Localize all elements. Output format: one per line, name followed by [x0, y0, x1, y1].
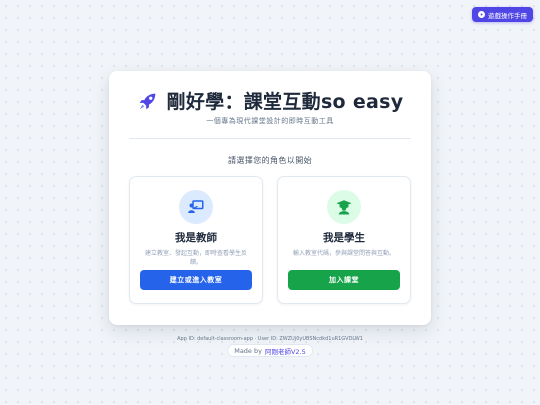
app-user-id: App ID: default-classroom-app · User ID:… [177, 336, 363, 342]
guide-button-label: 遊戲操作手冊 [488, 11, 527, 20]
made-by-prefix: Made by [234, 346, 262, 355]
page-title: 剛好學：課堂互動so easy [166, 91, 404, 113]
rocket-icon [137, 90, 159, 112]
teacher-board-icon [179, 190, 213, 224]
join-classroom-button[interactable]: 加入課堂 [288, 270, 400, 290]
teacher-title: 我是教師 [175, 232, 217, 244]
play-circle-icon [478, 11, 485, 18]
teacher-description: 建立教室、發起互動，即時查看學生反饋。 [144, 250, 247, 266]
student-description: 輸入教室代碼，參與課堂問答與互動。 [292, 250, 395, 257]
made-by-author-link[interactable]: 阿剛老師V2.5 [265, 346, 306, 356]
made-by-badge: Made by 阿剛老師V2.5 [227, 344, 313, 357]
main-card: 剛好學：課堂互動so easy 一個專為現代課堂設計的即時互動工具 請選擇您的角… [109, 71, 431, 325]
role-prompt: 請選擇您的角色以開始 [228, 156, 312, 165]
student-card[interactable]: 我是學生 輸入教室代碼，參與課堂問答與互動。 加入課堂 [277, 176, 411, 304]
student-title: 我是學生 [323, 232, 365, 244]
student-graduate-icon [327, 190, 361, 224]
header: 剛好學：課堂互動so easy 一個專為現代課堂設計的即時互動工具 [109, 87, 431, 126]
create-classroom-button[interactable]: 建立或進入教室 [140, 270, 252, 290]
teacher-card[interactable]: 我是教師 建立教室、發起互動，即時查看學生反饋。 建立或進入教室 [129, 176, 263, 304]
page-subtitle: 一個專為現代課堂設計的即時互動工具 [206, 117, 334, 125]
guide-button[interactable]: 遊戲操作手冊 [472, 7, 533, 22]
divider [129, 138, 411, 139]
